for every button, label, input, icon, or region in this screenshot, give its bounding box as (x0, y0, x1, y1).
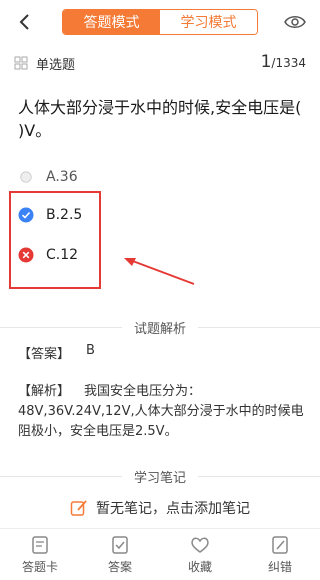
option-a[interactable]: A.36 (18, 169, 78, 185)
answer-row: 【答案】 B (18, 343, 95, 362)
answer-icon (112, 535, 128, 554)
mode-switch: 答题模式 学习模式 (62, 9, 258, 35)
question-counter: 1 /1334 (261, 52, 306, 74)
grid-icon (14, 56, 28, 70)
annotation-arrow-icon (124, 258, 195, 285)
notes-title-text: 学习笔记 (121, 466, 198, 486)
favorite-button[interactable]: 收藏 (160, 529, 240, 580)
tab-quiz-mode[interactable]: 答题模式 (63, 10, 160, 34)
eye-icon (284, 16, 306, 28)
back-button[interactable] (14, 8, 36, 36)
heart-icon (191, 537, 209, 553)
report-error-label: 纠错 (267, 559, 292, 574)
answer-sheet-button[interactable]: 答题卡 (0, 529, 80, 580)
answer-value: B (86, 343, 95, 358)
eye-toggle-button[interactable] (284, 12, 306, 32)
answer-button[interactable]: 答案 (80, 529, 160, 580)
chevron-left-icon (19, 14, 29, 30)
question-text: 人体大部分浸于水中的时候,安全电压是( )V。 (18, 98, 302, 140)
edit-note-icon (70, 500, 87, 516)
question-type-label: 单选题 (36, 57, 76, 73)
total-questions: /1334 (271, 56, 306, 70)
report-error-icon (272, 535, 288, 554)
analysis-section-title: 试题解析 (0, 317, 320, 337)
notes-empty-text: 暂无笔记，点击添加笔记 (96, 501, 250, 517)
notes-section-title: 学习笔记 (0, 466, 320, 486)
top-bar: 答题模式 学习模式 (0, 0, 320, 44)
current-question-number: 1 (260, 52, 272, 72)
bottom-toolbar: 答题卡 答案 收藏 纠错 (0, 528, 320, 580)
answer-label: 答案 (107, 559, 132, 574)
radio-empty-icon (18, 169, 34, 185)
annotation-box (9, 191, 101, 289)
tab-study-mode[interactable]: 学习模式 (160, 10, 257, 34)
explanation: 【解析】 我国安全电压分为：48V,36V.24V,12V,人体大部分浸于水中的时… (18, 382, 308, 442)
question-type: 单选题 (14, 52, 75, 74)
analysis-title-text: 试题解析 (121, 317, 198, 337)
explain-key: 【解析】 (18, 384, 71, 399)
favorite-label: 收藏 (187, 559, 212, 574)
report-error-button[interactable]: 纠错 (240, 529, 320, 580)
answer-key: 【答案】 (18, 347, 71, 362)
answer-sheet-label: 答题卡 (21, 559, 58, 574)
option-a-label: A.36 (46, 169, 78, 185)
answer-sheet-icon (32, 535, 48, 554)
add-note-button[interactable]: 暂无笔记，点击添加笔记 (70, 498, 250, 518)
